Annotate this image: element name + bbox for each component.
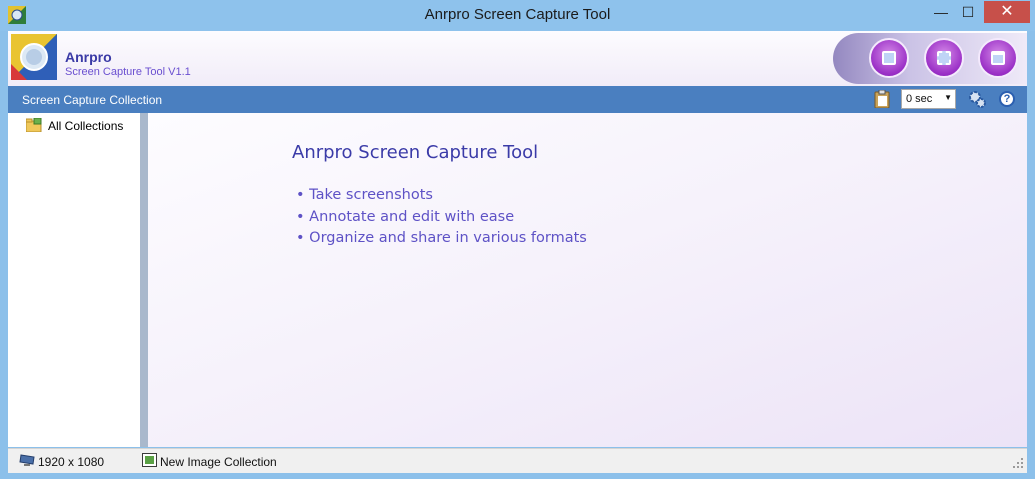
folder-icon [26, 118, 42, 132]
status-bar: 1920 x 1080 New Image Collection [8, 448, 1027, 473]
new-collection-button[interactable]: New Image Collection [160, 455, 277, 469]
brand-subtitle: Screen Capture Tool V1.1 [65, 66, 191, 78]
resolution-text: 1920 x 1080 [38, 455, 105, 469]
window-icon [991, 51, 1005, 65]
chevron-down-icon: ▼ [944, 93, 952, 102]
sidebar: All Collections [8, 113, 141, 447]
sidebar-item-label: All Collections [48, 119, 124, 133]
help-icon[interactable]: ? [999, 91, 1015, 107]
maximize-button[interactable]: ☐ [954, 1, 982, 23]
minimize-button[interactable]: — [928, 1, 954, 23]
list-item: • Annotate and edit with ease [296, 208, 515, 225]
app-logo-icon [11, 34, 57, 80]
region-icon [937, 51, 951, 65]
delay-value: 0 sec [906, 93, 933, 105]
fullscreen-icon [882, 51, 896, 65]
feature-list: • Take screenshots • Annotate and edit w… [296, 185, 587, 250]
list-item: • Organize and share in various formats [296, 230, 587, 246]
new-collection-icon[interactable] [142, 453, 157, 467]
delay-select[interactable]: 0 sec ▼ [901, 89, 956, 109]
welcome-title: Anrpro Screen Capture Tool [292, 142, 539, 163]
capture-window-button[interactable] [978, 38, 1018, 78]
close-button[interactable]: ✕ [984, 1, 1030, 23]
collection-label: Screen Capture Collection [22, 93, 163, 107]
toolbar: Screen Capture Collection 0 sec ▼ ? [8, 86, 1027, 113]
title-bar[interactable]: Anrpro Screen Capture Tool — ☐ ✕ [0, 0, 1035, 31]
sidebar-item-all-collections[interactable]: All Collections [26, 117, 138, 135]
window-title: Anrpro Screen Capture Tool [424, 6, 611, 23]
list-item: • Take screenshots [296, 187, 433, 203]
splitter-handle[interactable] [140, 113, 148, 447]
app-header: Anrpro Screen Capture Tool V1.1 [8, 31, 1027, 87]
resize-grip-icon[interactable] [1012, 457, 1024, 469]
main-panel: Anrpro Screen Capture Tool • Take screen… [148, 113, 1027, 447]
capture-panel [833, 33, 1027, 84]
brand-name: Anrpro [65, 49, 112, 65]
clipboard-icon[interactable] [874, 90, 890, 108]
monitor-icon [19, 454, 35, 466]
capture-region-button[interactable] [924, 38, 964, 78]
settings-icon[interactable] [968, 90, 986, 108]
app-window: Anrpro Screen Capture Tool — ☐ ✕ Anrpro … [0, 0, 1035, 479]
capture-fullscreen-button[interactable] [869, 38, 909, 78]
